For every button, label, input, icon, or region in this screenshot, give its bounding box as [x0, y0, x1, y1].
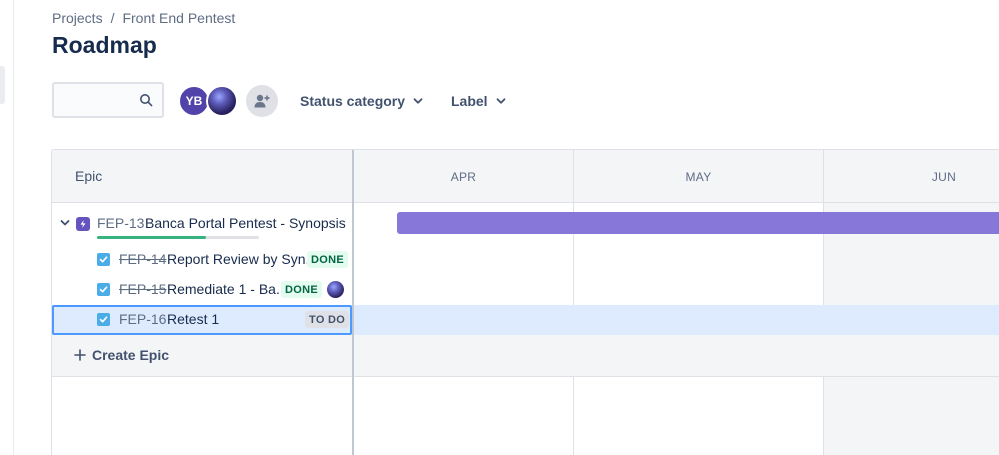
child-issue-label: FEP-15 Remediate 1 - Ba... DONE [52, 275, 352, 305]
status-category-filter[interactable]: Status category [300, 88, 423, 114]
status-category-label: Status category [300, 93, 406, 109]
assignee-avatar[interactable] [327, 281, 344, 298]
epic-column-header: Epic [75, 168, 103, 184]
roadmap-header: Epic APR MAY JUN [52, 150, 999, 203]
breadcrumb: Projects / Front End Pentest [52, 10, 235, 26]
checkbox-icon [97, 313, 110, 326]
month-apr: APR [450, 169, 477, 184]
epic-timeline-bar[interactable] [397, 212, 999, 234]
epic-icon [76, 217, 90, 231]
page-title: Roadmap [52, 32, 157, 58]
child-issue-key[interactable]: FEP-16 [119, 311, 166, 327]
panel-resize-divider[interactable] [352, 150, 354, 455]
create-epic-label: Create Epic [92, 347, 170, 363]
epic-row[interactable]: FEP-13 Banca Portal Pentest - Synopsis [52, 203, 999, 245]
month-jun: JUN [931, 169, 957, 184]
plus-icon [74, 349, 86, 361]
epic-progress-bar [97, 236, 259, 239]
status-badge: DONE [281, 281, 322, 298]
breadcrumb-separator: / [110, 10, 115, 26]
breadcrumb-projects[interactable]: Projects [52, 10, 103, 26]
search-box [52, 82, 164, 118]
checkbox-icon [97, 253, 110, 266]
sidebar-collapse-handle[interactable] [0, 66, 5, 104]
child-issue-row[interactable]: FEP-15 Remediate 1 - Ba... DONE [52, 275, 999, 305]
create-epic-button[interactable]: Create Epic [74, 347, 169, 363]
epic-summary[interactable]: Banca Portal Pentest - Synopsis [145, 215, 346, 231]
status-badge: DONE [307, 251, 348, 268]
chevron-down-icon[interactable] [59, 217, 71, 229]
left-sidebar-rail [0, 0, 14, 455]
child-issue-label: FEP-14 Report Review by Syn... DONE [52, 245, 352, 275]
chevron-down-icon [496, 98, 505, 104]
child-issue-label: FEP-16 Retest 1 TO DO [52, 305, 352, 335]
search-icon[interactable] [139, 93, 153, 107]
chevron-down-icon [413, 98, 423, 104]
create-epic-row: Create Epic [52, 335, 999, 377]
child-issue-key[interactable]: FEP-14 [119, 251, 166, 267]
search-input[interactable] [60, 90, 138, 110]
label-filter-label: Label [451, 93, 488, 109]
status-badge: TO DO [305, 311, 350, 328]
child-issue-row[interactable]: FEP-14 Report Review by Syn... DONE [52, 245, 999, 275]
month-may: MAY [685, 169, 712, 184]
epic-key[interactable]: FEP-13 [97, 215, 144, 231]
child-issue-summary[interactable]: Retest 1 [167, 311, 219, 327]
add-person-icon [254, 94, 270, 108]
add-people-button[interactable] [246, 85, 278, 117]
avatar-user-image[interactable] [206, 85, 238, 117]
child-issue-key[interactable]: FEP-15 [119, 281, 166, 297]
roadmap-grid: Epic APR MAY JUN FEP-13 Banca Portal Pen… [51, 149, 999, 455]
breadcrumb-project[interactable]: Front End Pentest [122, 10, 235, 26]
label-filter[interactable]: Label [451, 88, 506, 114]
epic-row-label: FEP-13 Banca Portal Pentest - Synopsis [52, 203, 352, 245]
checkbox-icon [97, 283, 110, 296]
child-issue-row-selected[interactable]: FEP-16 Retest 1 TO DO [52, 305, 999, 335]
epic-progress-fill [97, 236, 206, 239]
child-issue-summary[interactable]: Remediate 1 - Ba... [167, 281, 288, 297]
child-issue-summary[interactable]: Report Review by Syn... [167, 251, 317, 267]
